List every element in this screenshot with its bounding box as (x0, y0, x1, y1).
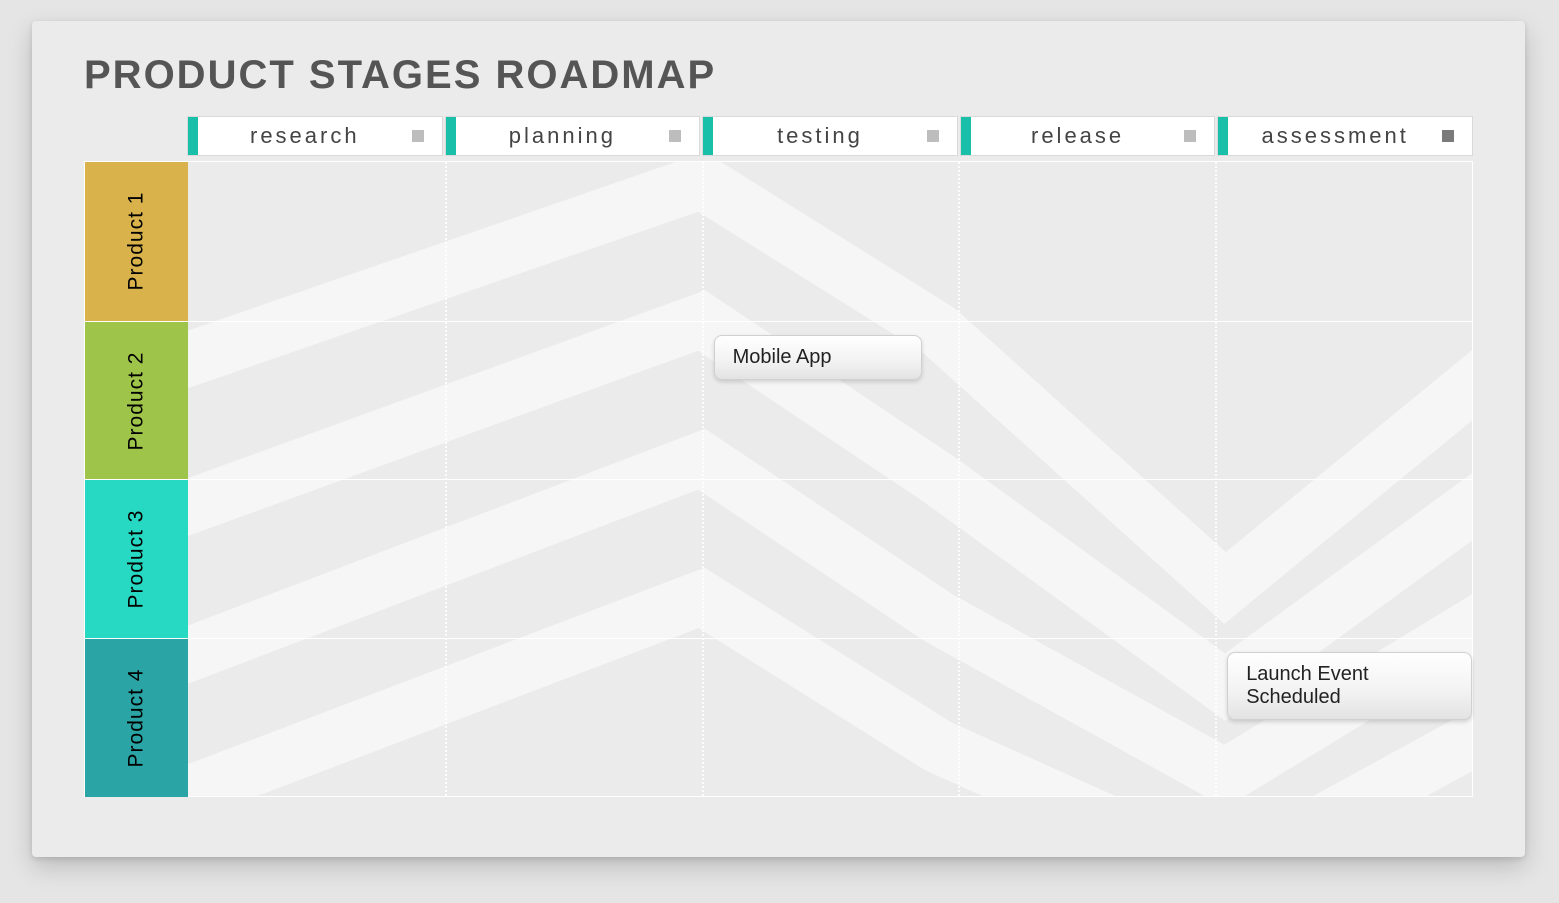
product-label: Product 3 (85, 480, 188, 639)
stage-accent-bar (1218, 117, 1228, 155)
stage-divider (958, 162, 960, 796)
roadmap-grid: Product 1 Product 2 Product 3 Product 4 (84, 161, 1473, 797)
stage-divider (445, 162, 447, 796)
stage-divider (702, 162, 704, 796)
stage-marker-icon (927, 130, 939, 142)
stage-header: testing (702, 116, 958, 156)
product-row: Product 1 (85, 162, 1472, 321)
stage-label: release (971, 123, 1185, 149)
callout[interactable]: Launch Event Scheduled (1227, 652, 1472, 720)
stage-header: planning (445, 116, 701, 156)
roadmap-card: PRODUCT STAGES ROADMAP research planning… (32, 21, 1525, 857)
callout[interactable]: Mobile App (714, 335, 922, 380)
product-label: Product 2 (85, 322, 188, 481)
product-label: Product 1 (85, 162, 188, 321)
stage-marker-icon (412, 130, 424, 142)
stage-accent-bar (446, 117, 456, 155)
callout-text: Mobile App (733, 346, 832, 368)
stage-accent-bar (188, 117, 198, 155)
stage-header: release (960, 116, 1216, 156)
stage-label: testing (713, 123, 927, 149)
stage-marker-icon (1184, 130, 1196, 142)
stage-accent-bar (703, 117, 713, 155)
stage-label: research (198, 123, 412, 149)
product-label: Product 4 (85, 639, 188, 798)
stage-header-row: research planning testing release assess (187, 116, 1473, 156)
product-row: Product 3 (85, 479, 1472, 639)
stage-header: assessment (1217, 116, 1473, 156)
stage-marker-icon (669, 130, 681, 142)
callout-text: Launch Event Scheduled (1246, 663, 1368, 708)
stage-divider (1215, 162, 1217, 796)
stage-accent-bar (961, 117, 971, 155)
stage-label: assessment (1228, 123, 1442, 149)
page-title: PRODUCT STAGES ROADMAP (84, 53, 716, 98)
stage-header: research (187, 116, 443, 156)
stage-label: planning (456, 123, 670, 149)
stage-marker-icon (1442, 130, 1454, 142)
